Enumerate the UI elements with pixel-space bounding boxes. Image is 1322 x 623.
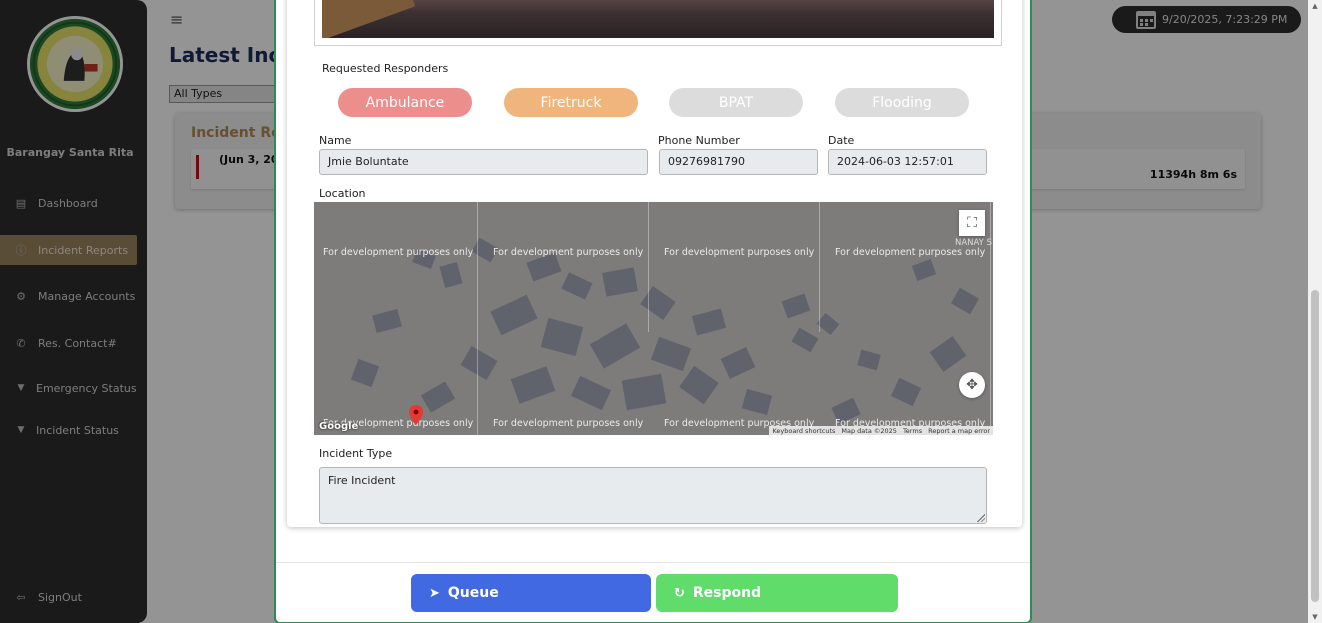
incident-type-value: Fire Incident: [328, 474, 396, 487]
map-watermark: For development purposes only: [323, 247, 474, 258]
location-map[interactable]: For development purposes only For develo…: [314, 202, 993, 435]
map-attribution: Keyboard shortcuts Map data ©2025 Terms …: [769, 426, 993, 435]
map-watermark: For development purposes only: [493, 418, 644, 429]
incident-type-field[interactable]: Fire Incident: [319, 467, 987, 524]
recenter-icon[interactable]: ✥: [959, 372, 985, 398]
modal-footer-divider: [276, 562, 1030, 563]
date-label: Date: [828, 134, 855, 147]
responder-bpat-pill: BPAT: [669, 88, 803, 117]
refresh-icon: ↻: [674, 585, 685, 601]
responder-firetruck-pill: Firetruck: [504, 88, 638, 117]
send-icon: ➤: [429, 585, 440, 601]
map-data-text: Map data ©2025: [841, 426, 897, 435]
map-watermark: For development purposes only: [493, 247, 644, 258]
scrollbar-thumb[interactable]: [1311, 290, 1319, 602]
map-marker-icon[interactable]: [409, 405, 423, 425]
phone-field[interactable]: 09276981790: [659, 149, 818, 175]
phone-label: Phone Number: [658, 134, 740, 147]
map-place-label: NANAY S: [955, 238, 992, 248]
terms-link[interactable]: Terms: [903, 427, 922, 435]
keyboard-shortcuts-link[interactable]: Keyboard shortcuts: [772, 427, 835, 435]
respond-button[interactable]: ↻ Respond: [656, 574, 898, 612]
incident-photo: [314, 0, 1002, 46]
responder-ambulance-pill: Ambulance: [338, 88, 472, 117]
queue-label: Queue: [447, 585, 499, 601]
location-label: Location: [319, 187, 366, 200]
responder-flooding-pill: Flooding: [835, 88, 969, 117]
fullscreen-icon[interactable]: ⛶: [959, 210, 985, 236]
requested-responders-label: Requested Responders: [322, 62, 449, 75]
map-watermark: For development purposes only: [835, 247, 986, 258]
scroll-up-icon[interactable]: ▲: [1311, 2, 1319, 10]
report-map-error-link[interactable]: Report a map error: [928, 427, 990, 435]
incident-type-label: Incident Type: [319, 447, 393, 460]
name-field[interactable]: Jmie Boluntate: [319, 149, 648, 175]
name-label: Name: [319, 134, 352, 147]
resize-grip-icon[interactable]: [977, 514, 985, 522]
scroll-down-icon[interactable]: ▼: [1311, 613, 1319, 621]
queue-button[interactable]: ➤ Queue: [411, 574, 651, 612]
page-scrollbar[interactable]: ▲ ▼: [1308, 0, 1322, 623]
map-watermark: For development purposes only: [664, 247, 815, 258]
date-field[interactable]: 2024-06-03 12:57:01: [828, 149, 987, 175]
respond-label: Respond: [692, 585, 762, 601]
google-logo[interactable]: Google: [319, 421, 358, 432]
incident-detail-modal: Requested Responders Ambulance Firetruck…: [274, 0, 1032, 623]
